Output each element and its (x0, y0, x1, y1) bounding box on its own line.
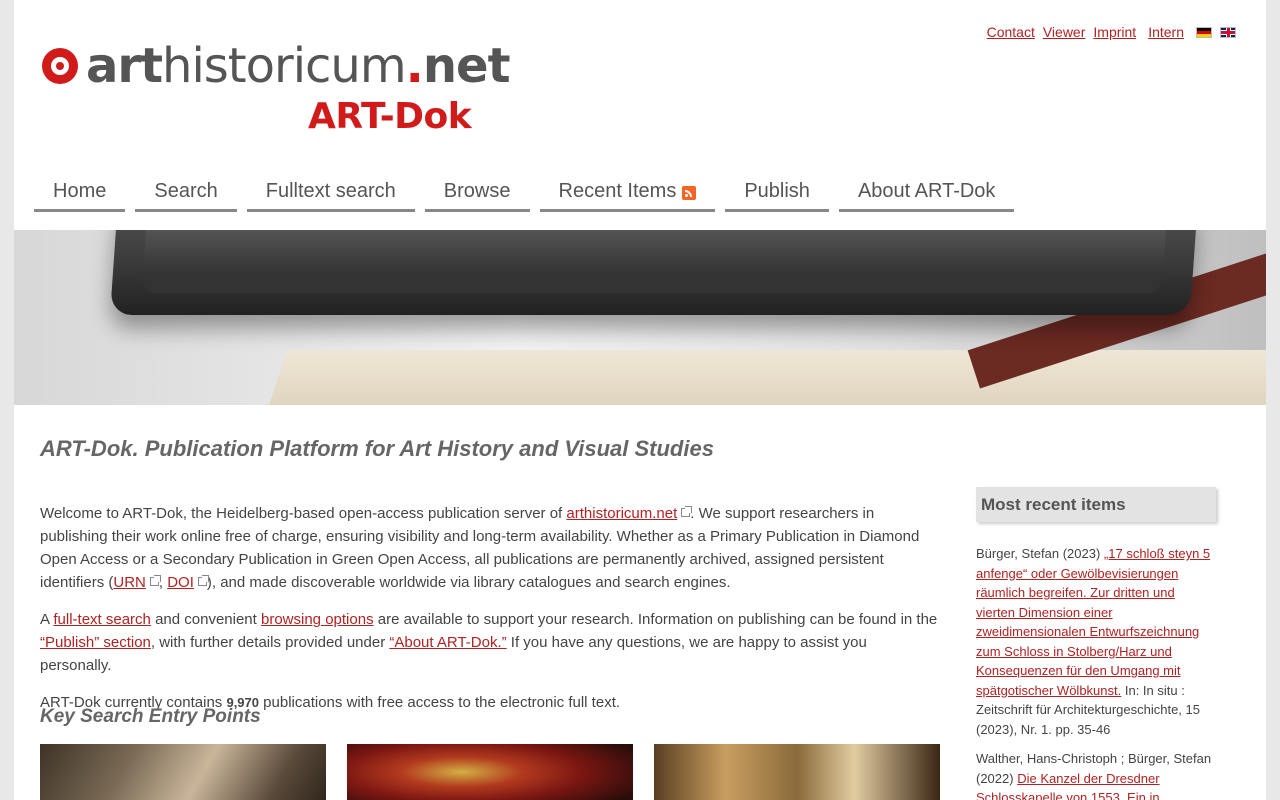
nav-home[interactable]: Home (34, 174, 126, 212)
viewer-link[interactable]: Viewer (1043, 24, 1086, 40)
english-flag-icon[interactable] (1220, 26, 1236, 38)
external-link-icon (197, 575, 209, 586)
recent-items-list: Bürger, Stefan (2023) „17 schloß steyn 5… (976, 544, 1216, 800)
banner-tablet (109, 230, 1199, 315)
page: Contact Viewer Imprint Intern arthistori… (14, 0, 1266, 800)
key-search-heading: Key Search Entry Points (40, 706, 261, 727)
logo-wordmark: arthistoricum.net (86, 38, 511, 94)
page-title: ART-Dok. Publication Platform for Art Hi… (40, 436, 714, 461)
entry-point-tile[interactable] (654, 744, 940, 800)
doi-link[interactable]: DOI (167, 574, 194, 591)
site-logo[interactable]: arthistoricum.net ART-Dok (42, 38, 511, 138)
nav-publish[interactable]: Publish (725, 174, 829, 212)
logo-subtitle: ART-Dok (308, 96, 472, 137)
nav-search[interactable]: Search (135, 174, 237, 212)
external-link-icon (681, 506, 693, 517)
rss-icon[interactable] (682, 185, 697, 200)
intern-link[interactable]: Intern (1148, 24, 1184, 40)
contact-link[interactable]: Contact (987, 24, 1035, 40)
browsing-options-link[interactable]: browsing options (261, 611, 374, 628)
list-item: Bürger, Stefan (2023) „17 schloß steyn 5… (976, 546, 1211, 737)
german-flag-icon[interactable] (1196, 26, 1212, 38)
intro-paragraph-1: Welcome to ART-Dok, the Heidelberg-based… (40, 505, 920, 591)
entry-point-tile[interactable] (40, 744, 326, 800)
intro-paragraph-2: A full-text search and convenient browsi… (40, 611, 938, 674)
about-artdok-link[interactable]: “About ART-Dok.” (389, 634, 506, 651)
arthistoricum-link[interactable]: arthistoricum.net (566, 505, 677, 522)
logo-mark-icon (42, 48, 78, 84)
urn-link[interactable]: URN (113, 574, 146, 591)
nav-browse[interactable]: Browse (424, 174, 530, 212)
sidebar-heading: Most recent items (976, 487, 1216, 522)
imprint-link[interactable]: Imprint (1093, 24, 1136, 40)
publish-section-link[interactable]: “Publish” section (40, 634, 151, 651)
banner-book (261, 350, 1266, 405)
hero-banner-image (14, 230, 1266, 405)
entry-point-tiles (40, 744, 961, 800)
recent-item-link[interactable]: „17 schloß steyn 5 anfenge“ oder Gewölbe… (976, 546, 1210, 698)
list-item: Walther, Hans-Christoph ; Bürger, Stefan… (976, 749, 1216, 800)
intro-text: Welcome to ART-Dok, the Heidelberg-based… (40, 502, 940, 728)
top-links: Contact Viewer Imprint Intern (979, 24, 1236, 40)
nav-about[interactable]: About ART-Dok (838, 174, 1015, 212)
external-link-icon (149, 575, 161, 586)
entry-point-tile[interactable] (347, 744, 633, 800)
fulltext-search-link[interactable]: full-text search (53, 611, 151, 628)
nav-fulltext-search[interactable]: Fulltext search (246, 174, 415, 212)
nav-recent-items[interactable]: Recent Items (539, 174, 716, 212)
main-nav: Home Search Fulltext search Browse Recen… (34, 174, 1024, 212)
